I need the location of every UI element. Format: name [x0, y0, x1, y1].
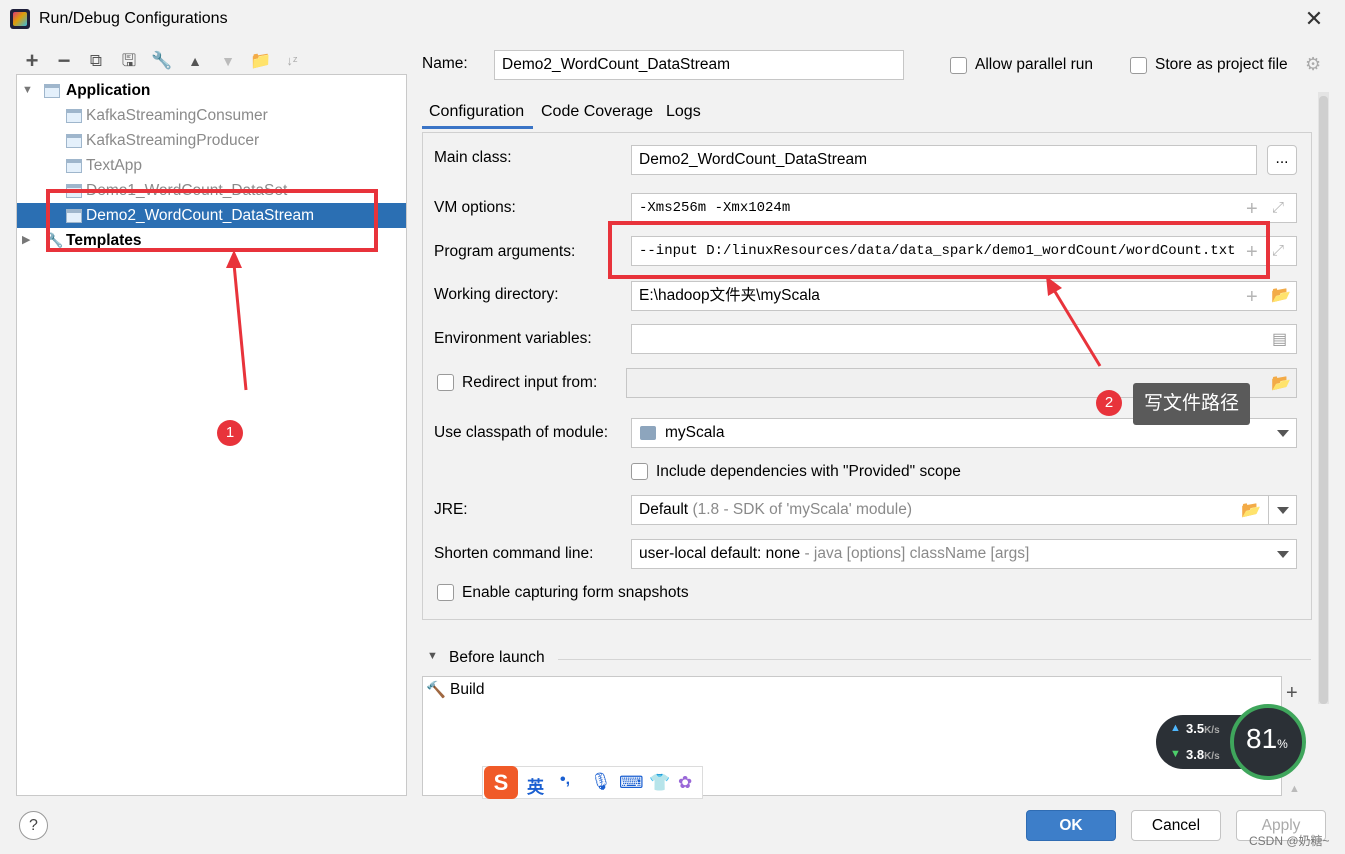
keyboard-icon[interactable]: ⌨ — [619, 773, 644, 793]
annotation-badge-2: 2 — [1096, 390, 1122, 416]
cancel-button[interactable]: Cancel — [1131, 810, 1221, 841]
ok-button[interactable]: OK — [1026, 810, 1116, 841]
annotation-badge-1: 1 — [217, 420, 243, 446]
cpu-percent: 81% — [1246, 723, 1288, 754]
annotation-tooltip: 写文件路径 — [1133, 383, 1251, 425]
sogou-logo-icon[interactable]: S — [484, 766, 518, 799]
download-arrow-icon: ▼ — [1170, 748, 1181, 760]
watermark: CSDN @奶糖~ — [1249, 834, 1330, 848]
download-speed: 3.8K/s — [1186, 747, 1220, 762]
annotation-arrows — [226, 250, 1102, 391]
ime-punct-toggle[interactable]: •, — [560, 771, 570, 789]
upload-speed: 3.5K/s — [1186, 721, 1220, 736]
help-button[interactable]: ? — [19, 811, 48, 840]
skin-shirt-icon[interactable]: 👕 — [649, 773, 670, 793]
microphone-icon[interactable]: 🎙 — [590, 772, 612, 792]
upload-arrow-icon: ▲ — [1170, 722, 1181, 734]
toolbox-icon[interactable]: ✿ — [678, 773, 692, 793]
ime-lang-toggle[interactable]: 英 — [527, 773, 544, 798]
